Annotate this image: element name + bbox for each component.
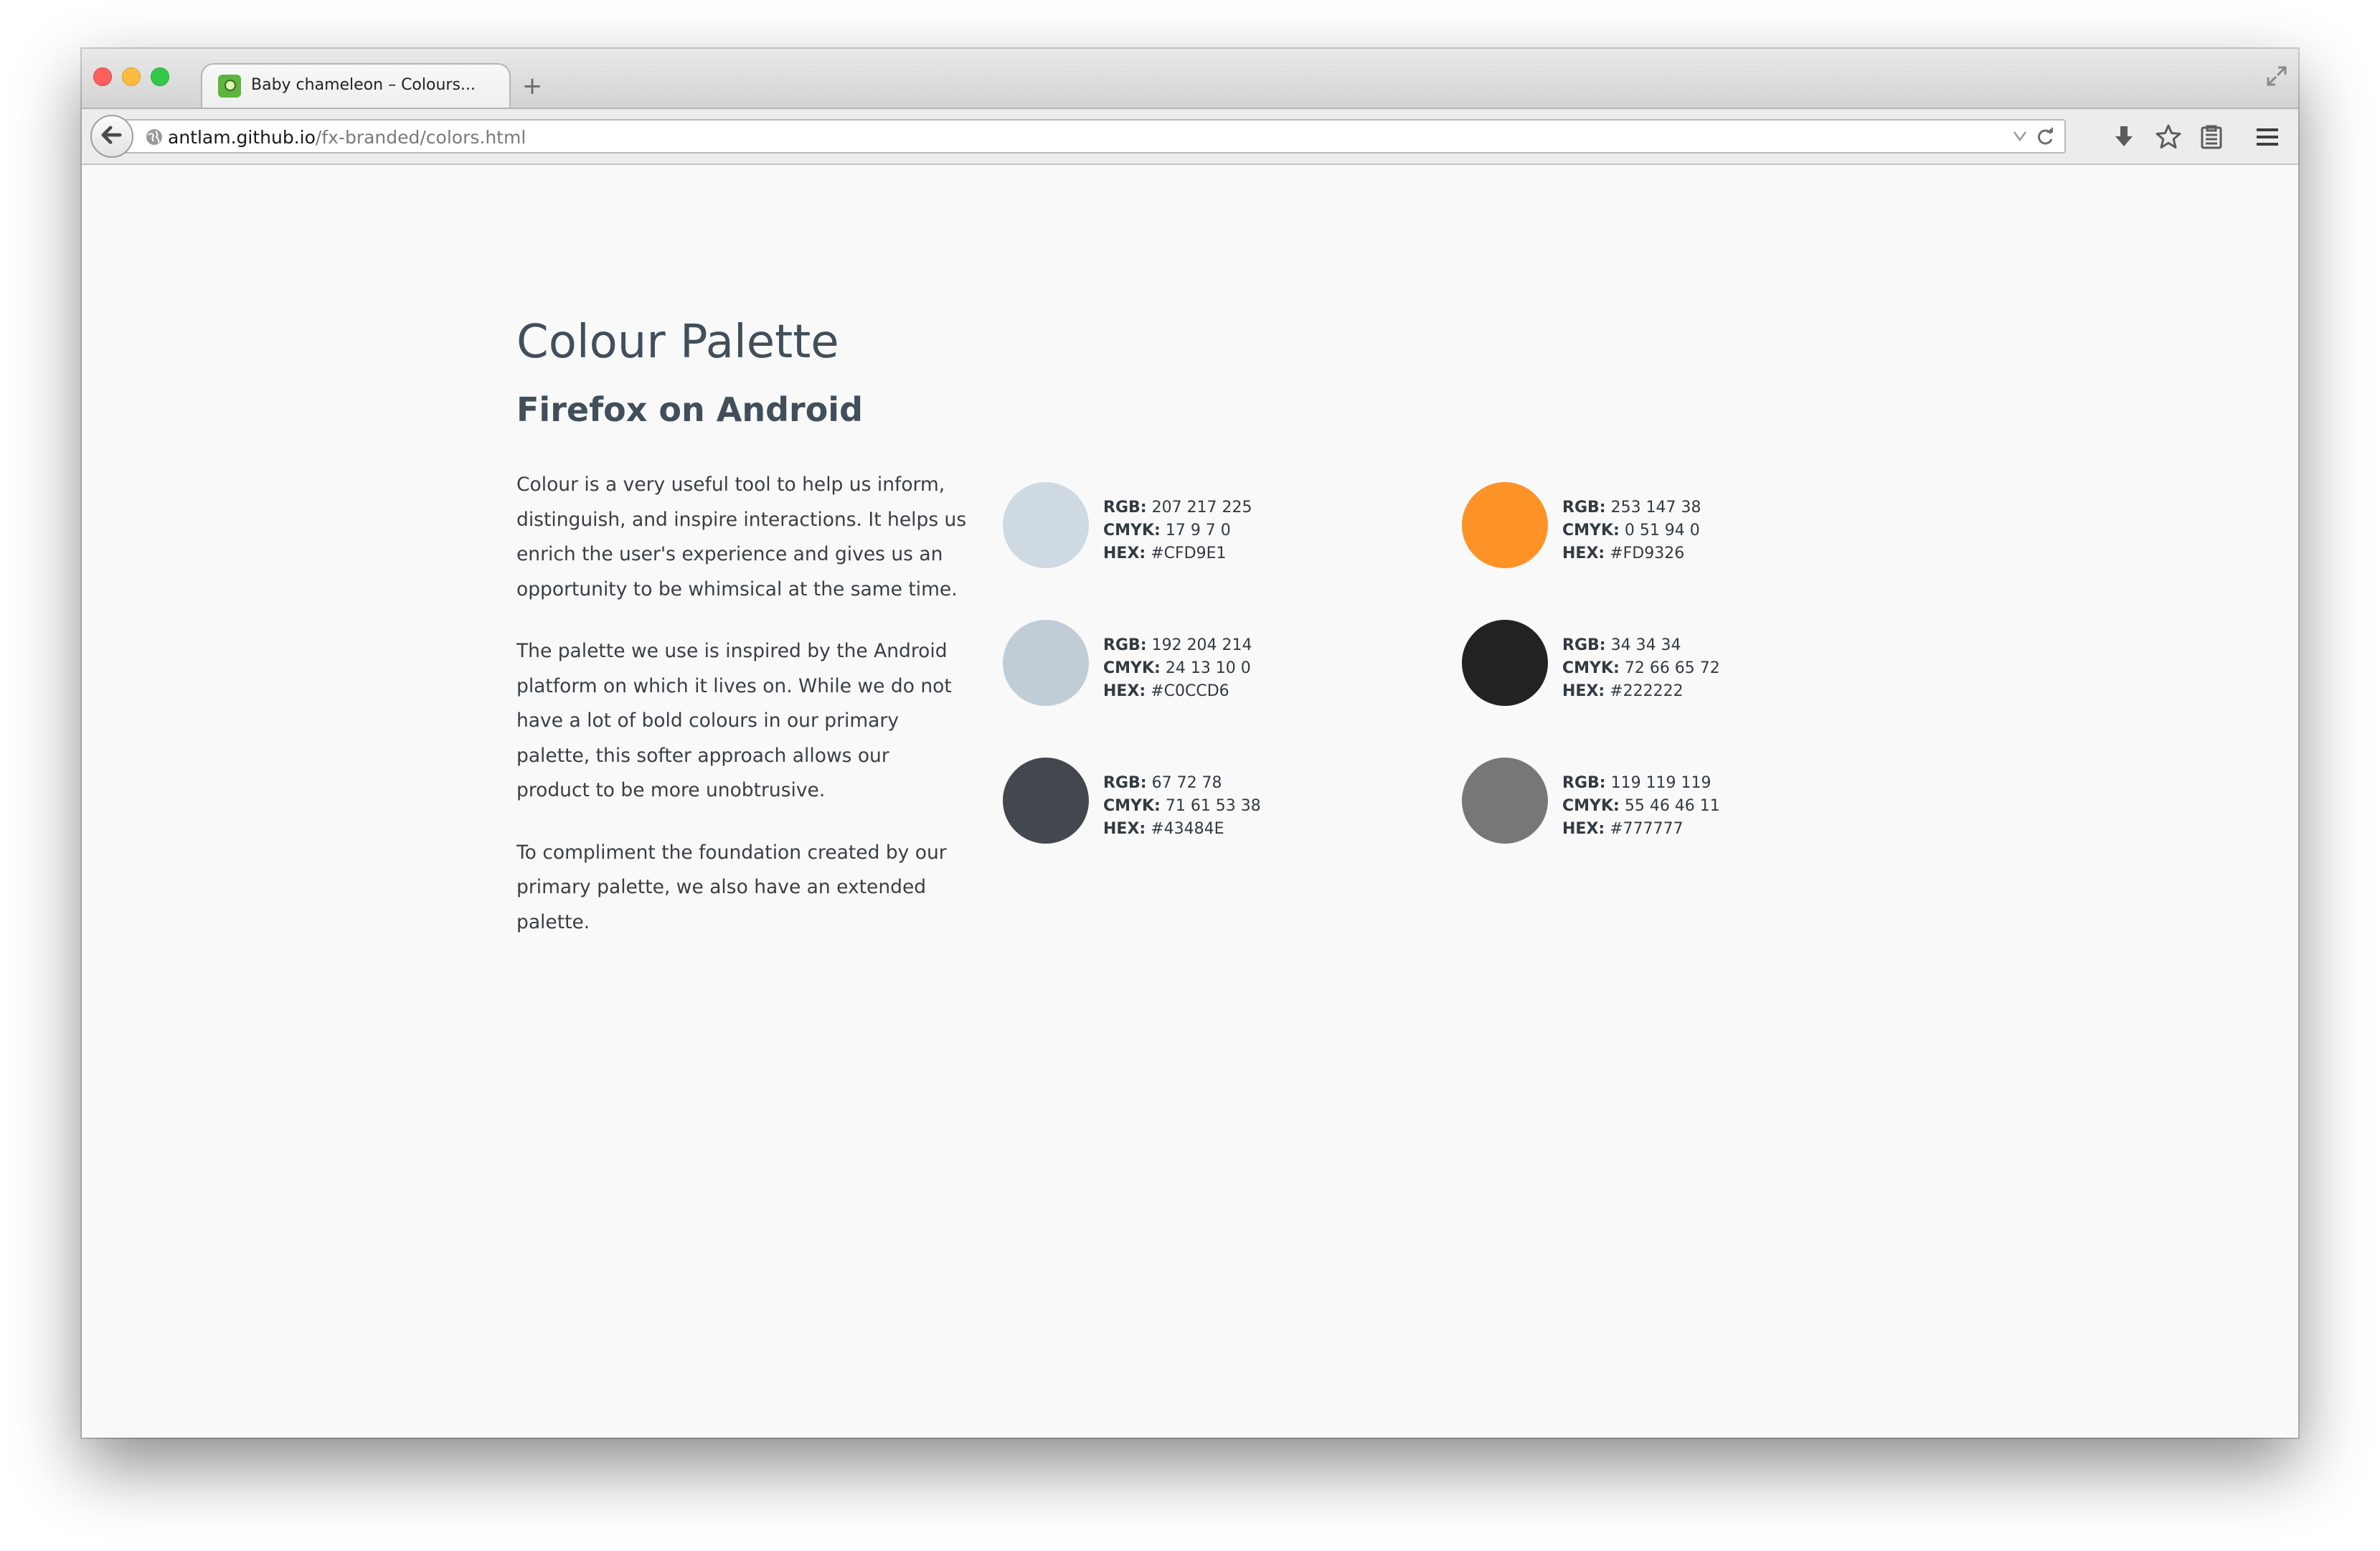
swatch-cmyk: CMYK: 72 66 65 72: [1562, 659, 1720, 677]
download-icon[interactable]: [2110, 123, 2138, 151]
url-text: antlam.github.io/fx-branded/colors.html: [168, 127, 526, 148]
color-swatch: RGB: 207 217 225 CMYK: 17 9 7 0 HEX: #CF…: [1003, 482, 1462, 575]
swatch-rgb: RGB: 207 217 225: [1103, 499, 1252, 517]
swatch-values: RGB: 34 34 34 CMYK: 72 66 65 72 HEX: #22…: [1562, 634, 1720, 703]
color-swatch: RGB: 192 204 214 CMYK: 24 13 10 0 HEX: #…: [1003, 620, 1462, 713]
browser-tab[interactable]: Baby chameleon – Colours...: [201, 63, 511, 109]
page-content: Colour Palette Firefox on Android Colour…: [82, 166, 2298, 1438]
close-window-button[interactable]: [93, 67, 112, 86]
history-dropdown-icon[interactable]: [2013, 131, 2027, 142]
swatch-rgb: RGB: 192 204 214: [1103, 636, 1252, 654]
color-swatch: RGB: 119 119 119 CMYK: 55 46 46 11 HEX: …: [1462, 758, 1921, 851]
reload-icon[interactable]: [2036, 127, 2056, 147]
swatch-circle: [1003, 620, 1089, 706]
swatch-cmyk: CMYK: 17 9 7 0: [1103, 522, 1231, 539]
swatch-values: RGB: 119 119 119 CMYK: 55 46 46 11 HEX: …: [1562, 772, 1720, 841]
swatch-circle: [1462, 758, 1548, 844]
color-swatch: RGB: 34 34 34 CMYK: 72 66 65 72 HEX: #22…: [1462, 620, 1921, 713]
fullscreen-icon[interactable]: [2265, 65, 2288, 88]
swatch-rgb: RGB: 67 72 78: [1103, 774, 1222, 792]
swatch-hex: HEX: #43484E: [1103, 820, 1224, 838]
swatch-hex: HEX: #FD9326: [1562, 544, 1685, 562]
swatch-hex: HEX: #CFD9E1: [1103, 544, 1227, 562]
swatch-circle: [1003, 482, 1089, 568]
bookmarks-menu-icon[interactable]: [2198, 123, 2225, 151]
swatch-cmyk: CMYK: 24 13 10 0: [1103, 659, 1251, 677]
swatch-rgb: RGB: 119 119 119: [1562, 774, 1711, 792]
title-bar: Baby chameleon – Colours... +: [82, 49, 2298, 109]
url-bar[interactable]: antlam.github.io/fx-branded/colors.html: [119, 119, 2066, 154]
globe-icon: [146, 129, 162, 145]
swatch-circle: [1462, 620, 1548, 706]
swatch-rgb: RGB: 253 147 38: [1562, 499, 1701, 517]
bookmark-star-icon[interactable]: [2155, 123, 2182, 151]
browser-window: Baby chameleon – Colours... + antlam.git…: [82, 49, 2298, 1438]
swatch-values: RGB: 67 72 78 CMYK: 71 61 53 38 HEX: #43…: [1103, 772, 1261, 841]
navigation-toolbar: antlam.github.io/fx-branded/colors.html: [82, 108, 2298, 165]
tab-title: Baby chameleon – Colours...: [251, 76, 476, 94]
minimize-window-button[interactable]: [122, 67, 141, 86]
url-host: antlam.github.io: [168, 127, 316, 148]
chameleon-favicon-icon: [218, 75, 241, 98]
swatch-cmyk: CMYK: 55 46 46 11: [1562, 797, 1720, 815]
swatch-circle: [1003, 758, 1089, 844]
hamburger-menu-icon[interactable]: [2254, 123, 2281, 151]
swatch-cmyk: CMYK: 0 51 94 0: [1562, 522, 1700, 539]
zoom-window-button[interactable]: [151, 67, 169, 86]
page-title: Colour Palette: [516, 316, 839, 369]
swatch-values: RGB: 207 217 225 CMYK: 17 9 7 0 HEX: #CF…: [1103, 496, 1252, 565]
color-swatch: RGB: 253 147 38 CMYK: 0 51 94 0 HEX: #FD…: [1462, 482, 1921, 575]
swatch-hex: HEX: #222222: [1562, 682, 1684, 700]
swatch-hex: HEX: #C0CCD6: [1103, 682, 1229, 700]
back-button[interactable]: [90, 115, 133, 158]
color-swatch: RGB: 67 72 78 CMYK: 71 61 53 38 HEX: #43…: [1003, 758, 1462, 851]
swatch-values: RGB: 192 204 214 CMYK: 24 13 10 0 HEX: #…: [1103, 634, 1252, 703]
intro-paragraph: The palette we use is inspired by the An…: [516, 640, 952, 801]
swatch-values: RGB: 253 147 38 CMYK: 0 51 94 0 HEX: #FD…: [1562, 496, 1701, 565]
back-arrow-icon: [101, 126, 122, 144]
url-path: /fx-branded/colors.html: [315, 127, 526, 148]
swatch-rgb: RGB: 34 34 34: [1562, 636, 1681, 654]
swatch-circle: [1462, 482, 1548, 568]
swatch-hex: HEX: #777777: [1562, 820, 1684, 838]
intro-paragraph: To compliment the foundation created by …: [516, 841, 947, 933]
new-tab-button[interactable]: +: [516, 70, 548, 102]
swatch-cmyk: CMYK: 71 61 53 38: [1103, 797, 1261, 815]
intro-paragraph: Colour is a very useful tool to help us …: [516, 473, 967, 600]
page-subtitle: Firefox on Android: [516, 390, 863, 429]
intro-text: Colour is a very useful tool to help us …: [516, 468, 968, 967]
